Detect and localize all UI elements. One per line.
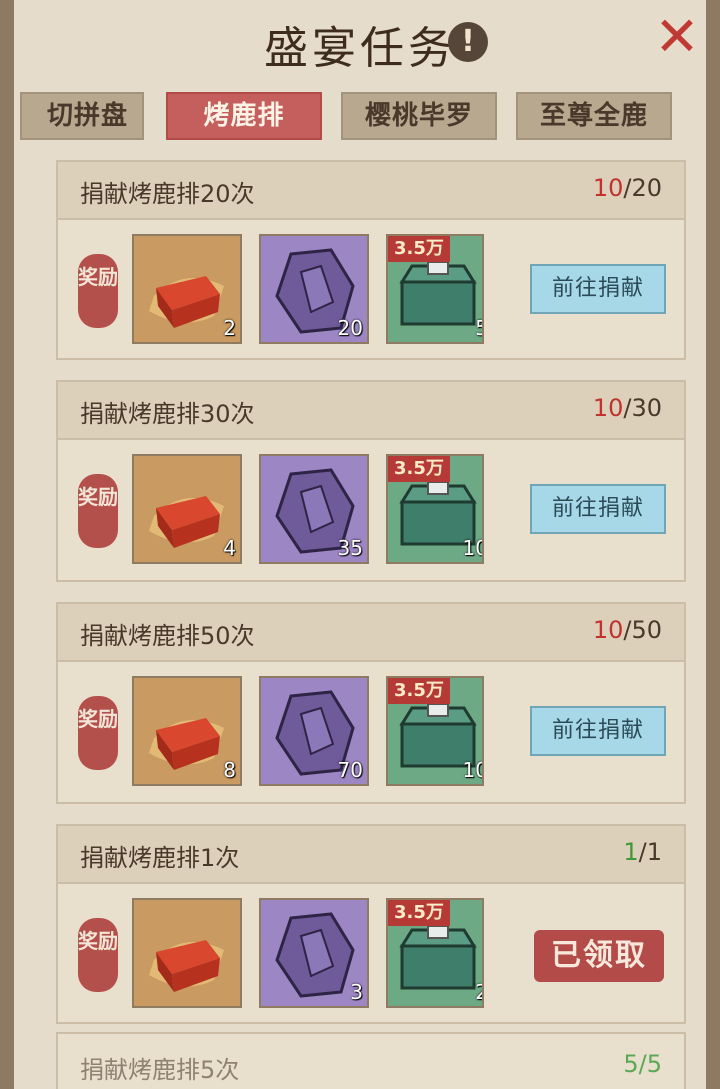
task-card: 捐献烤鹿排50次 10/50 奖励 8 70 3.5万 10 前往捐献 bbox=[56, 602, 686, 804]
item-quantity: 2 bbox=[475, 980, 482, 1004]
progress-total: /30 bbox=[623, 394, 662, 422]
task-header: 捐献烤鹿排30次 10/30 bbox=[58, 382, 684, 440]
progress-total: /1 bbox=[638, 838, 662, 866]
task-name: 捐献烤鹿排1次 bbox=[80, 844, 240, 872]
red-ingot-icon[interactable]: 4 bbox=[132, 454, 242, 564]
tab-yingtao-biluo[interactable]: 樱桃毕罗 bbox=[341, 92, 497, 140]
coin-tag: 3.5万 bbox=[388, 900, 450, 926]
task-card: 捐献烤鹿排1次 1/1 奖励 3 3.5万 2 已领取 bbox=[56, 824, 686, 1024]
silver-chest-icon[interactable]: 3.5万 10 bbox=[386, 454, 484, 564]
task-name: 捐献烤鹿排5次 bbox=[80, 1056, 240, 1084]
red-ingot-icon[interactable]: 2 bbox=[132, 234, 242, 344]
progress-current: 1 bbox=[623, 838, 639, 866]
reward-badge: 奖励 bbox=[78, 474, 118, 548]
go-donate-button[interactable]: 前往捐献 bbox=[530, 264, 666, 314]
info-icon[interactable]: ! bbox=[448, 22, 488, 62]
coin-tag: 3.5万 bbox=[388, 456, 450, 482]
go-donate-button[interactable]: 前往捐献 bbox=[530, 706, 666, 756]
progress-total: /50 bbox=[623, 616, 662, 644]
silver-chest-icon[interactable]: 3.5万 5 bbox=[386, 234, 484, 344]
go-donate-button[interactable]: 前往捐献 bbox=[530, 484, 666, 534]
task-panel: 盛宴任务 ! ✕ 切拼盘 烤鹿排 樱桃毕罗 至尊全鹿 捐献烤鹿排20次 10/2… bbox=[0, 0, 720, 1089]
task-progress: 10/50 bbox=[593, 616, 662, 644]
coin-tag: 3.5万 bbox=[388, 678, 450, 704]
coin-tag: 3.5万 bbox=[388, 236, 450, 262]
item-quantity: 3 bbox=[350, 980, 363, 1004]
title-bar: 盛宴任务 ! ✕ bbox=[14, 0, 706, 84]
task-header: 捐献烤鹿排50次 10/50 bbox=[58, 604, 684, 662]
item-quantity: 20 bbox=[337, 316, 363, 340]
silver-chest-icon[interactable]: 3.5万 2 bbox=[386, 898, 484, 1008]
item-quantity: 35 bbox=[337, 536, 363, 560]
red-ingot-icon[interactable]: 8 bbox=[132, 676, 242, 786]
task-name: 捐献烤鹿排50次 bbox=[80, 622, 255, 650]
purple-robe-icon[interactable]: 35 bbox=[259, 454, 369, 564]
red-ingot-icon[interactable] bbox=[132, 898, 242, 1008]
task-header: 捐献烤鹿排1次 1/1 bbox=[58, 826, 684, 884]
item-quantity: 8 bbox=[223, 758, 236, 782]
task-name: 捐献烤鹿排30次 bbox=[80, 400, 255, 428]
item-quantity: 10 bbox=[462, 758, 482, 782]
progress-current: 10 bbox=[592, 616, 624, 644]
reward-badge: 奖励 bbox=[78, 918, 118, 992]
progress-total: /20 bbox=[623, 174, 662, 202]
tab-bar: 切拼盘 烤鹿排 樱桃毕罗 至尊全鹿 bbox=[14, 92, 706, 142]
tab-zhizun-quanlu[interactable]: 至尊全鹿 bbox=[516, 92, 672, 140]
task-progress: 1/1 bbox=[623, 838, 662, 866]
task-progress: 10/20 bbox=[593, 174, 662, 202]
item-quantity: 10 bbox=[462, 536, 482, 560]
claimed-stamp: 已领取 bbox=[534, 930, 664, 982]
progress-current: 10 bbox=[592, 394, 624, 422]
item-quantity: 4 bbox=[223, 536, 236, 560]
purple-robe-icon[interactable]: 70 bbox=[259, 676, 369, 786]
item-quantity: 5 bbox=[475, 316, 482, 340]
tab-kao-lupai[interactable]: 烤鹿排 bbox=[166, 92, 322, 140]
task-card: 捐献烤鹿排20次 10/20 奖励 2 20 3.5万 5 前往捐献 bbox=[56, 160, 686, 360]
tab-qie-pinpan[interactable]: 切拼盘 bbox=[20, 92, 144, 140]
purple-robe-icon[interactable]: 3 bbox=[259, 898, 369, 1008]
task-card-partial: 捐献烤鹿排5次 5/5 bbox=[56, 1032, 686, 1089]
task-header: 捐献烤鹿排20次 10/20 bbox=[58, 162, 684, 220]
purple-robe-icon[interactable]: 20 bbox=[259, 234, 369, 344]
item-quantity: 2 bbox=[223, 316, 236, 340]
close-icon[interactable]: ✕ bbox=[654, 10, 700, 64]
reward-badge: 奖励 bbox=[78, 254, 118, 328]
task-progress: 5/5 bbox=[623, 1050, 662, 1078]
progress-current: 10 bbox=[592, 174, 624, 202]
silver-chest-icon[interactable]: 3.5万 10 bbox=[386, 676, 484, 786]
task-card: 捐献烤鹿排30次 10/30 奖励 4 35 3.5万 10 前往捐献 bbox=[56, 380, 686, 582]
panel-title: 盛宴任务 bbox=[264, 23, 456, 74]
reward-badge: 奖励 bbox=[78, 696, 118, 770]
task-progress: 10/30 bbox=[593, 394, 662, 422]
item-quantity: 70 bbox=[337, 758, 363, 782]
task-name: 捐献烤鹿排20次 bbox=[80, 180, 255, 208]
